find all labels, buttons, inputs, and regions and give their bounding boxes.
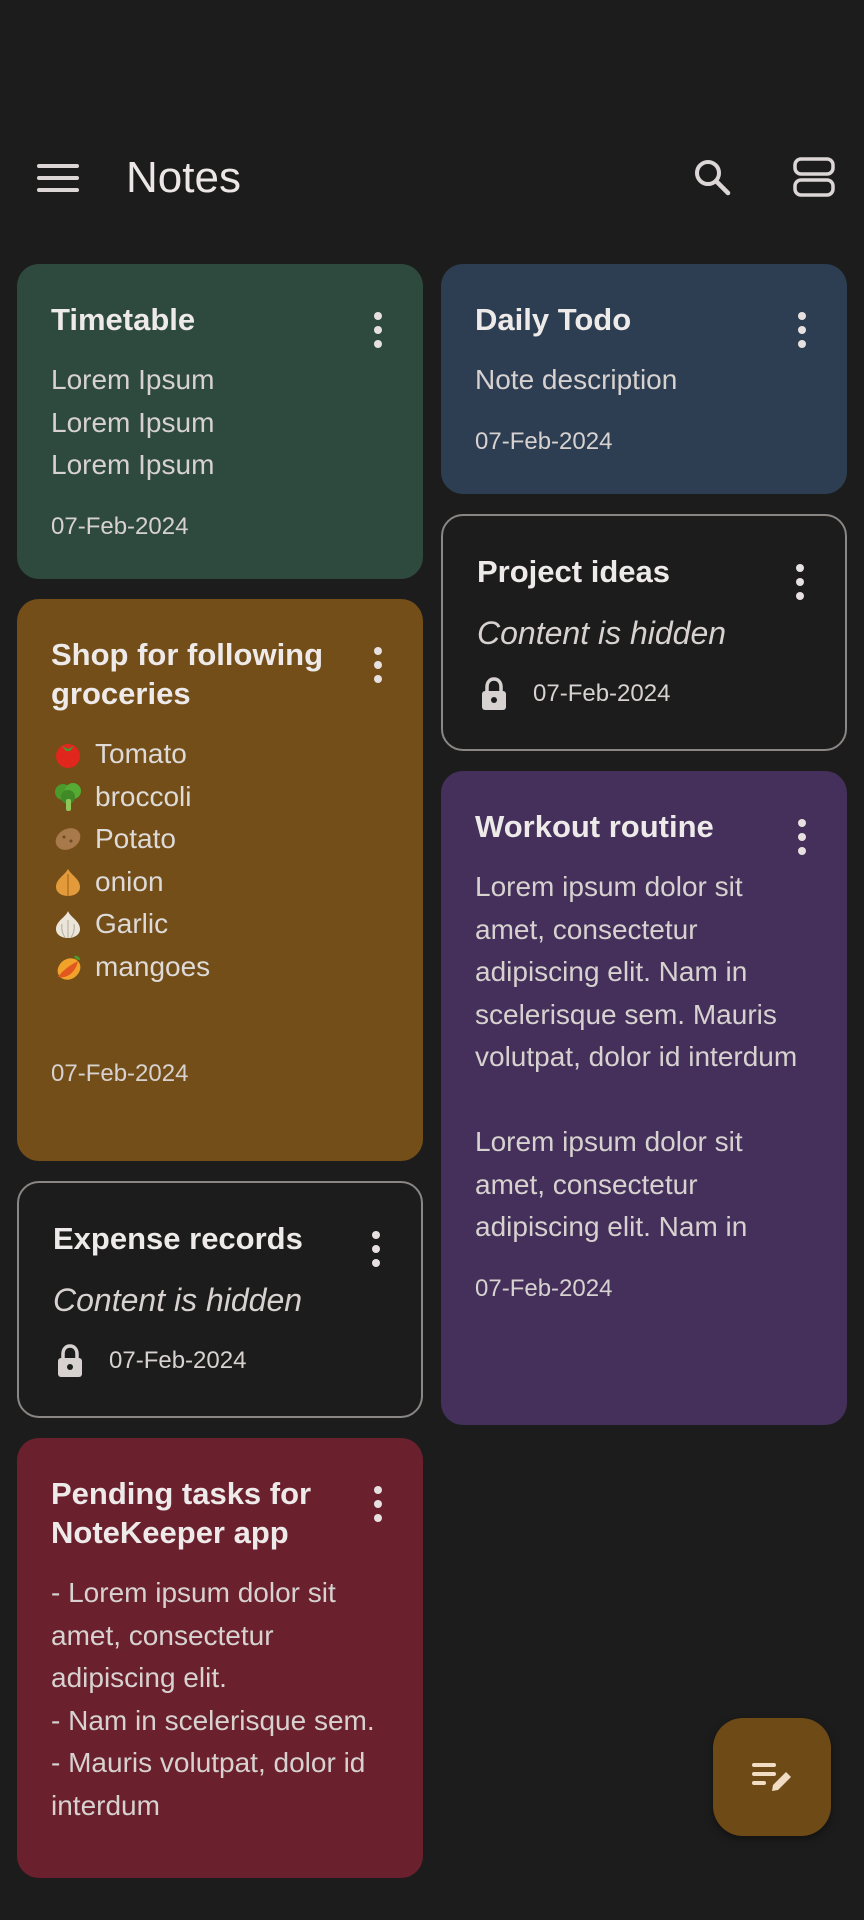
note-date: 07-Feb-2024 <box>475 1274 613 1302</box>
edit-note-icon <box>752 1763 791 1791</box>
note-title: Timetable <box>51 302 196 337</box>
list-item: mangoes <box>51 946 389 989</box>
notes-grid: Timetable Lorem Ipsum Lorem Ipsum Lorem … <box>0 0 864 1920</box>
lock-icon <box>53 1344 87 1378</box>
note-title: Workout routine <box>475 809 714 844</box>
note-title: Project ideas <box>477 554 670 589</box>
broccoli-icon <box>51 780 85 814</box>
note-title: Daily Todo <box>475 302 632 337</box>
note-title: Pending tasks for NoteKeeper app <box>51 1476 312 1550</box>
list-item: Tomato <box>51 733 389 776</box>
list-item: Garlic <box>51 903 389 946</box>
more-vert-icon <box>374 312 382 320</box>
garlic-icon <box>51 907 85 941</box>
more-options-button[interactable] <box>367 643 389 687</box>
note-date: 07-Feb-2024 <box>109 1347 247 1374</box>
more-options-button[interactable] <box>789 560 811 604</box>
onion-icon <box>51 865 85 899</box>
more-options-button[interactable] <box>365 1227 387 1271</box>
more-vert-icon <box>798 819 806 827</box>
list-item: onion <box>51 861 389 904</box>
note-date: 07-Feb-2024 <box>51 1060 189 1087</box>
hidden-content-label: Content is hidden <box>477 615 727 651</box>
note-card-pending-tasks[interactable]: Pending tasks for NoteKeeper app - Lorem… <box>17 1438 423 1878</box>
list-item: broccoli <box>51 776 389 819</box>
more-options-button[interactable] <box>367 308 389 352</box>
lock-icon <box>477 677 511 711</box>
note-content: Lorem ipsum dolor sit amet, consectetur … <box>475 871 798 1242</box>
more-vert-icon <box>374 647 382 655</box>
grocery-list: Tomato broccoli Potato onion Garlic mang… <box>51 733 389 988</box>
more-vert-icon <box>796 564 804 572</box>
more-vert-icon <box>372 1231 380 1239</box>
more-vert-icon <box>374 1486 382 1494</box>
more-vert-icon <box>798 312 806 320</box>
note-card-workout[interactable]: Workout routine Lorem ipsum dolor sit am… <box>441 771 847 1425</box>
mango-icon <box>51 950 85 984</box>
note-title: Expense records <box>53 1221 303 1256</box>
note-card-groceries[interactable]: Shop for following groceries Tomato broc… <box>17 599 423 1161</box>
more-options-button[interactable] <box>367 1482 389 1526</box>
note-footer: 07-Feb-2024 <box>53 1344 387 1378</box>
note-date: 07-Feb-2024 <box>51 512 189 540</box>
potato-icon <box>51 822 85 856</box>
notes-column-right: Daily Todo Note description 07-Feb-2024 … <box>441 264 847 1425</box>
list-item: Potato <box>51 818 389 861</box>
note-card-expense[interactable]: Expense records Content is hidden 07-Feb… <box>17 1181 423 1418</box>
notes-app: Notes Timetable Lorem Ipsum Lorem Ipsum … <box>0 0 864 1920</box>
note-card-daily-todo[interactable]: Daily Todo Note description 07-Feb-2024 <box>441 264 847 494</box>
more-options-button[interactable] <box>791 815 813 859</box>
notes-column-left: Timetable Lorem Ipsum Lorem Ipsum Lorem … <box>17 264 423 1878</box>
note-date: 07-Feb-2024 <box>475 427 613 455</box>
note-footer: 07-Feb-2024 <box>477 677 811 711</box>
note-content: - Lorem ipsum dolor sit amet, consectetu… <box>51 1577 375 1821</box>
note-card-project-ideas[interactable]: Project ideas Content is hidden 07-Feb-2… <box>441 514 847 751</box>
more-options-button[interactable] <box>791 308 813 352</box>
new-note-button[interactable] <box>713 1718 831 1836</box>
tomato-icon <box>51 737 85 771</box>
note-content: Lorem Ipsum Lorem Ipsum Lorem Ipsum <box>51 364 215 480</box>
note-card-timetable[interactable]: Timetable Lorem Ipsum Lorem Ipsum Lorem … <box>17 264 423 579</box>
note-date: 07-Feb-2024 <box>533 680 671 707</box>
note-title: Shop for following groceries <box>51 637 324 711</box>
hidden-content-label: Content is hidden <box>53 1282 303 1318</box>
note-content: Note description <box>475 364 678 395</box>
